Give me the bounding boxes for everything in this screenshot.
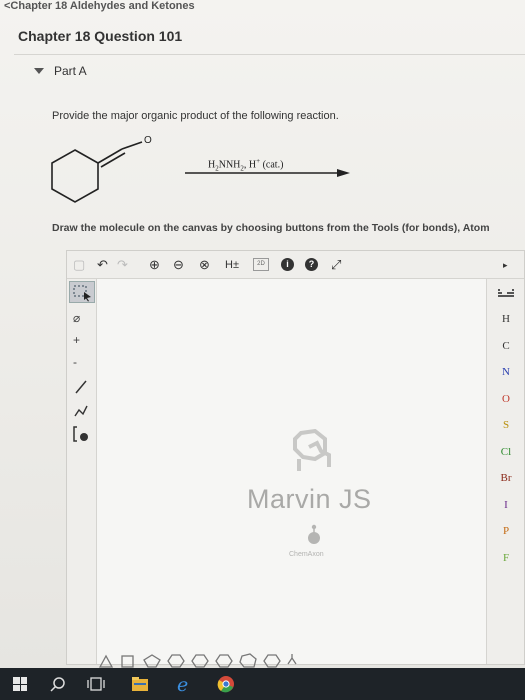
- chrome-icon[interactable]: [216, 674, 236, 694]
- cyclohexanone-structure: O: [51, 135, 152, 203]
- periodic-table-icon[interactable]: [498, 289, 514, 299]
- atom-button-i[interactable]: I: [487, 499, 525, 512]
- question-title: Chapter 18 Question 101: [18, 28, 183, 44]
- zoom-out-icon[interactable]: ⊖: [173, 257, 184, 273]
- zoom-fit-icon[interactable]: ⊗: [199, 257, 210, 273]
- task-view-icon[interactable]: [86, 674, 106, 694]
- editor-top-toolbar: ▢ ↶ ↷ ⊕ ⊖ ⊗ H± 2D i ? ⤢ ▸: [67, 251, 524, 279]
- atom-button-f[interactable]: F: [487, 552, 525, 565]
- breadcrumb-chapter[interactable]: <Chapter 18 Aldehydes and Ketones: [4, 0, 195, 12]
- periodic-table-toolbar: H C N O S Cl Br I P F: [486, 279, 524, 664]
- ring-templates-toolbar[interactable]: [92, 652, 302, 668]
- part-label: Part A: [54, 64, 87, 78]
- help-icon[interactable]: ?: [305, 258, 318, 271]
- edge-icon[interactable]: e: [174, 674, 194, 694]
- redo-icon[interactable]: ↷: [117, 257, 128, 273]
- charge-plus-button[interactable]: +: [73, 333, 80, 347]
- hydrogen-toggle-button[interactable]: H±: [225, 257, 239, 273]
- collapse-triangle-icon[interactable]: [34, 68, 44, 74]
- marvin-js-editor[interactable]: ▢ ↶ ↷ ⊕ ⊖ ⊗ H± 2D i ? ⤢ ▸ ⌀ + - H C N O …: [66, 250, 525, 665]
- chemaxon-logo-icon: [308, 524, 320, 544]
- lasso-select-icon: [73, 285, 91, 302]
- windows-start-icon[interactable]: [13, 677, 27, 691]
- marvin-logo-icon: [293, 429, 331, 471]
- expand-right-icon[interactable]: ▸: [503, 257, 508, 273]
- carbonyl-oxygen-label: O: [144, 135, 152, 146]
- atom-button-c[interactable]: C: [487, 340, 525, 353]
- reaction-arrow-icon: [185, 169, 350, 177]
- new-document-icon[interactable]: ▢: [73, 257, 85, 273]
- chemaxon-watermark: ChemAxon: [289, 551, 324, 558]
- question-page: <Chapter 18 Aldehydes and Ketones Chapte…: [0, 0, 525, 668]
- drawing-instructions: Draw the molecule on the canvas by choos…: [52, 222, 490, 234]
- question-prompt: Provide the major organic product of the…: [52, 110, 339, 122]
- eraser-icon[interactable]: ⌀: [73, 311, 80, 325]
- charge-minus-button[interactable]: -: [73, 355, 77, 369]
- atom-button-o[interactable]: O: [487, 393, 525, 406]
- zoom-in-icon[interactable]: ⊕: [149, 257, 160, 273]
- marvin-js-watermark: Marvin JS: [247, 484, 372, 514]
- atom-button-s[interactable]: S: [487, 419, 525, 432]
- single-bond-icon[interactable]: [73, 379, 89, 395]
- atom-button-cl[interactable]: Cl: [487, 446, 525, 459]
- selection-tool-button[interactable]: [69, 281, 95, 303]
- bracket-tool-icon[interactable]: [72, 425, 92, 443]
- chain-tool-icon[interactable]: [73, 401, 89, 419]
- drawing-canvas[interactable]: Marvin JS ChemAxon: [97, 279, 486, 664]
- file-explorer-icon[interactable]: [130, 674, 150, 694]
- atom-button-h[interactable]: H: [487, 313, 525, 326]
- windows-taskbar: e: [0, 668, 525, 700]
- atom-button-br[interactable]: Br: [487, 472, 525, 485]
- divider: [14, 54, 525, 55]
- search-icon[interactable]: [48, 674, 68, 694]
- editor-left-toolbar: ⌀ + -: [67, 279, 97, 664]
- svg-text:e: e: [177, 674, 188, 694]
- clean-2d-button[interactable]: 2D: [253, 258, 269, 271]
- part-a-header[interactable]: Part A: [34, 64, 87, 78]
- atom-button-n[interactable]: N: [487, 366, 525, 379]
- atom-button-p[interactable]: P: [487, 525, 525, 538]
- info-icon[interactable]: i: [281, 258, 294, 271]
- undo-icon[interactable]: ↶: [97, 257, 108, 273]
- fullscreen-icon[interactable]: ⤢: [331, 257, 341, 273]
